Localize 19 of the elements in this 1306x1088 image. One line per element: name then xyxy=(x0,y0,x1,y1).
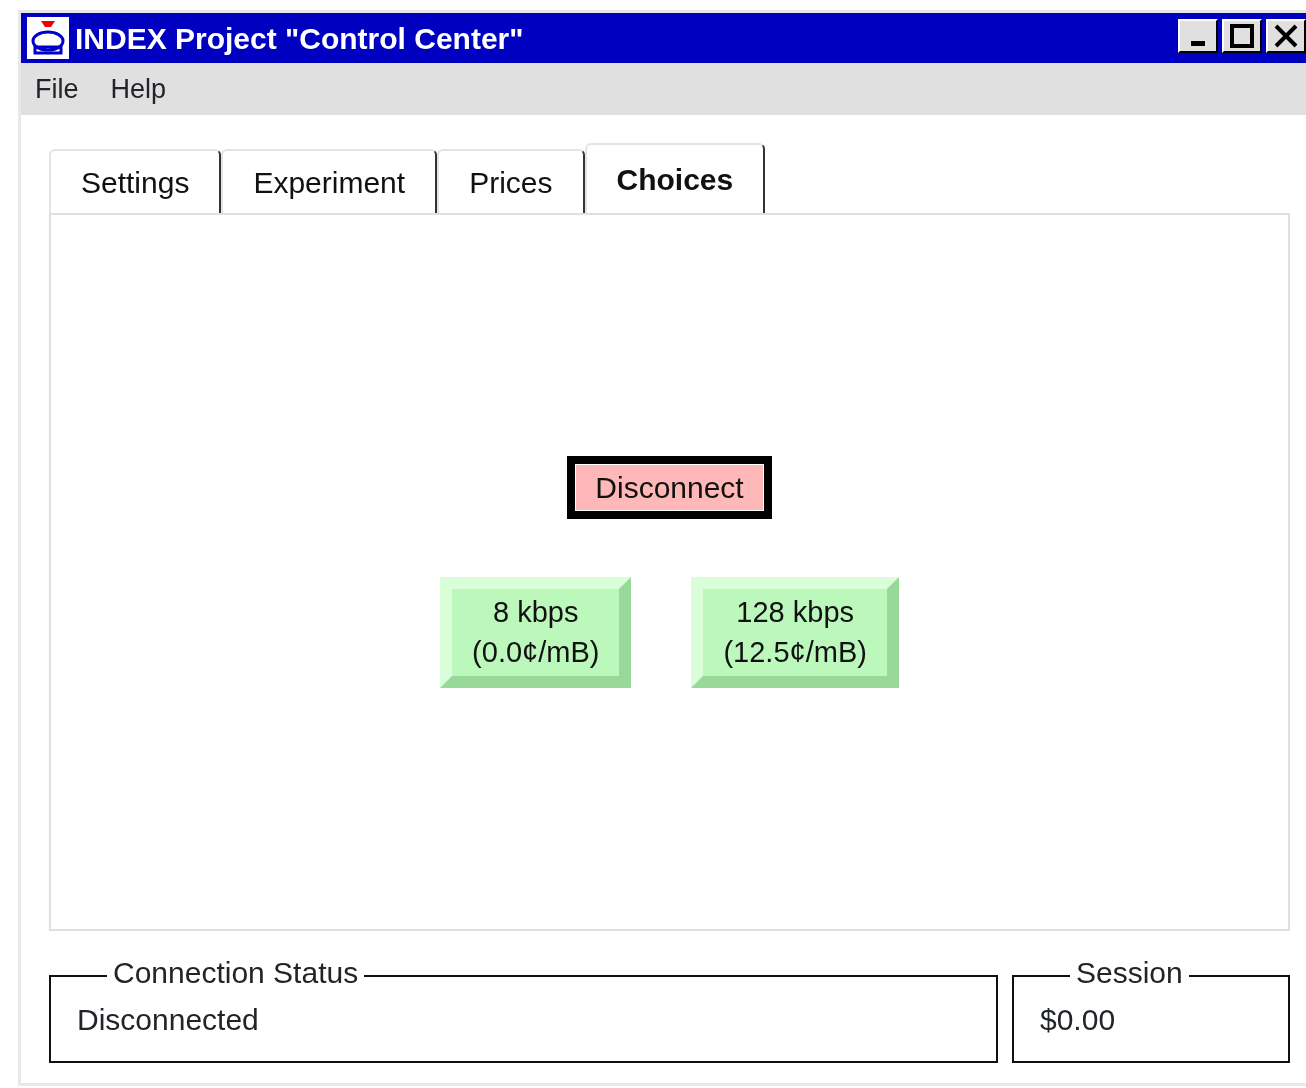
tab[interactable]: Settings xyxy=(49,149,222,213)
minimize-button[interactable] xyxy=(1178,19,1218,53)
minimize-icon xyxy=(1191,40,1205,46)
close-button[interactable] xyxy=(1266,19,1306,53)
status-value: $0.00 xyxy=(1040,1003,1116,1036)
tab[interactable]: Experiment xyxy=(221,149,438,213)
menu-item[interactable]: File xyxy=(35,68,79,110)
tab[interactable]: Prices xyxy=(437,149,585,213)
app-icon xyxy=(27,17,69,59)
window-title: INDEX Project "Control Center" xyxy=(75,20,524,57)
close-icon xyxy=(1273,23,1299,49)
maximize-icon xyxy=(1229,23,1255,49)
disconnect-button[interactable]: Disconnect xyxy=(567,456,772,520)
maximize-button[interactable] xyxy=(1222,19,1262,53)
status-value: Disconnected xyxy=(77,1003,259,1036)
rate-button[interactable]: 8 kbps (0.0¢/mB) xyxy=(440,577,632,688)
tab[interactable]: Choices xyxy=(584,143,766,213)
menu-item[interactable]: Help xyxy=(110,68,167,110)
rate-button[interactable]: 128 kbps (12.5¢/mB) xyxy=(691,577,899,688)
